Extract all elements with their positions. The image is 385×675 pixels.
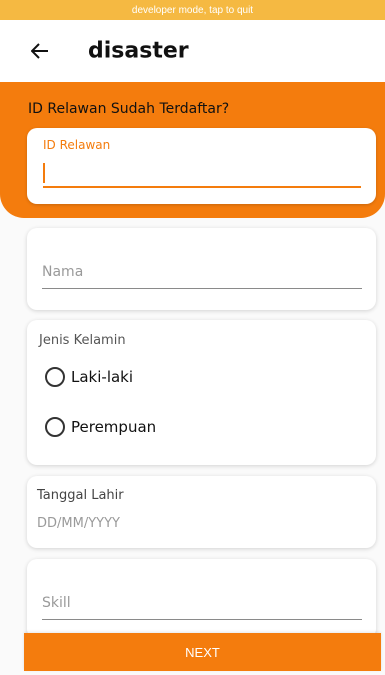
radio-unchecked-icon (45, 367, 65, 387)
developer-mode-banner[interactable]: developer mode, tap to quit (0, 0, 385, 20)
radio-laki-laki[interactable]: Laki-laki (45, 367, 133, 387)
back-button[interactable] (27, 38, 53, 64)
radio-label: Perempuan (71, 418, 157, 436)
tanggal-lahir-input[interactable] (37, 512, 357, 534)
tanggal-lahir-label: Tanggal Lahir (37, 488, 124, 503)
radio-label: Laki-laki (71, 368, 134, 386)
nama-input[interactable]: Nama (42, 264, 83, 280)
id-relawan-label: ID Relawan (43, 138, 111, 152)
skill-card: Skill (27, 559, 376, 639)
tanggal-lahir-card: Tanggal Lahir (27, 476, 376, 548)
developer-mode-text: developer mode, tap to quit (131, 4, 254, 16)
next-button[interactable]: NEXT (24, 633, 381, 671)
radio-unchecked-icon (45, 417, 65, 437)
app-bar: disaster (0, 20, 385, 82)
radio-perempuan[interactable]: Perempuan (45, 417, 156, 437)
jenis-kelamin-card: Jenis Kelamin Laki-laki Perempuan (27, 320, 376, 465)
arrow-left-icon (31, 43, 48, 59)
jenis-kelamin-label: Jenis Kelamin (39, 333, 126, 348)
nama-card: Nama (27, 228, 376, 310)
id-relawan-heading: ID Relawan Sudah Terdaftar? (28, 101, 230, 117)
page-title: disaster (88, 38, 189, 64)
skill-underline (42, 619, 362, 620)
id-relawan-field-card: ID Relawan (27, 128, 376, 204)
skill-input[interactable]: Skill (42, 595, 71, 611)
nama-underline (42, 288, 362, 289)
id-relawan-input[interactable] (43, 158, 361, 188)
id-relawan-underline (43, 186, 361, 188)
